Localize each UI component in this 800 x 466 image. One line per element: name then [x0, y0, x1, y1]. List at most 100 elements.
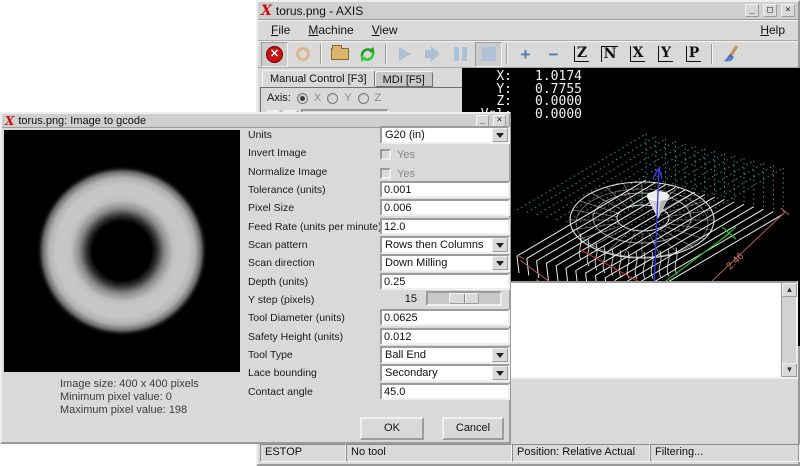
scan-pattern-label: Scan pattern: [248, 239, 379, 251]
dialog-app-icon: X: [5, 115, 14, 127]
depth-input[interactable]: [380, 273, 510, 290]
dro-vel-value: 0.0000: [512, 109, 582, 122]
invert-image-checkbox[interactable]: [380, 149, 391, 160]
axis-app-icon: X: [261, 4, 272, 18]
image-info: Image size: 400 x 400 pixels Minimum pix…: [60, 378, 199, 417]
zoom-out-button[interactable]: −: [540, 42, 567, 67]
tab-mdi[interactable]: MDI [F5]: [375, 71, 433, 87]
tool-type-select[interactable]: Ball End: [380, 346, 510, 364]
image-min-text: Minimum pixel value: 0: [60, 391, 199, 404]
estop-button[interactable]: ✕: [261, 42, 288, 67]
chevron-down-icon: [492, 256, 508, 270]
axis-label: Axis:: [267, 92, 291, 104]
maximize-button[interactable]: □: [763, 4, 777, 17]
open-file-button[interactable]: [326, 42, 353, 67]
scan-direction-label: Scan direction: [248, 257, 379, 269]
clear-plot-button[interactable]: [717, 42, 744, 67]
machine-power-button[interactable]: [289, 42, 316, 67]
view-z2-button[interactable]: N: [596, 42, 623, 67]
ok-button[interactable]: OK: [360, 417, 424, 440]
tolerance-input[interactable]: [380, 181, 510, 198]
status-tool: No tool: [346, 444, 512, 462]
image-size-text: Image size: 400 x 400 pixels: [60, 378, 199, 391]
view-y-button[interactable]: Y: [652, 42, 679, 67]
view-x-button[interactable]: X: [624, 42, 651, 67]
reload-icon: [358, 45, 377, 64]
menu-machine[interactable]: Machine: [299, 21, 362, 39]
feed-rate-input[interactable]: [380, 218, 510, 235]
clear-plot-icon: [721, 44, 741, 64]
safety-height-input[interactable]: [380, 328, 510, 345]
step-button[interactable]: [419, 42, 446, 67]
zoom-in-button[interactable]: +: [512, 42, 539, 67]
stop-button[interactable]: [475, 42, 502, 67]
axis-titlebar[interactable]: X torus.png - AXIS _ □ ×: [258, 2, 798, 20]
stop-icon: [482, 47, 496, 61]
pixel-size-input[interactable]: [380, 199, 510, 216]
safety-height-label: Safety Height (units): [248, 331, 379, 343]
invert-image-label: Invert Image: [248, 147, 379, 159]
close-button[interactable]: ×: [781, 4, 795, 17]
reload-button[interactable]: [354, 42, 381, 67]
tab-manual-control[interactable]: Manual Control [F3]: [262, 70, 375, 87]
y-step-label: Y step (pixels): [248, 294, 379, 306]
dialog-close-button[interactable]: ×: [493, 115, 506, 127]
zoom-in-icon: +: [521, 46, 531, 63]
menu-view[interactable]: View: [363, 21, 407, 39]
minimize-button[interactable]: _: [745, 4, 759, 17]
chevron-down-icon: [492, 238, 508, 252]
image-max-text: Maximum pixel value: 198: [60, 404, 199, 417]
axis-x-radio[interactable]: [297, 93, 308, 104]
open-folder-icon: [331, 48, 349, 60]
pause-icon: [454, 47, 467, 61]
normalize-image-checkbox[interactable]: [380, 168, 391, 179]
view-p-icon: P: [686, 46, 702, 62]
depth-label: Depth (units): [248, 276, 379, 288]
contact-angle-input[interactable]: [380, 383, 510, 400]
status-filtering: Filtering...: [650, 444, 800, 462]
chevron-down-icon: [492, 348, 508, 362]
axis-z-radio[interactable]: [358, 93, 369, 104]
view-z2-icon: N: [601, 46, 619, 62]
torus-image-preview: [4, 130, 240, 372]
axis-window-title: torus.png - AXIS: [276, 4, 741, 18]
run-button[interactable]: [391, 42, 418, 67]
menu-file[interactable]: File: [262, 21, 299, 39]
scan-direction-select[interactable]: Down Milling: [380, 254, 510, 272]
axis-z-label: Z: [375, 92, 382, 104]
lace-bounding-select[interactable]: Secondary: [380, 364, 510, 382]
contact-angle-label: Contact angle: [248, 386, 379, 398]
pixel-size-label: Pixel Size: [248, 202, 379, 214]
power-icon: [296, 47, 310, 61]
step-icon: [425, 46, 440, 62]
menu-help[interactable]: Help: [751, 21, 794, 39]
view-z-icon: Z: [574, 46, 589, 62]
gcode-listing[interactable]: ▲ ▼: [462, 281, 798, 379]
pause-button[interactable]: [447, 42, 474, 67]
view-z-button[interactable]: Z: [568, 42, 595, 67]
units-select[interactable]: G20 (in): [380, 126, 510, 144]
tool-diameter-input[interactable]: [380, 309, 510, 326]
slider-handle[interactable]: [449, 293, 479, 304]
dialog-minimize-button[interactable]: _: [476, 115, 489, 127]
scan-pattern-select[interactable]: Rows then Columns: [380, 236, 510, 254]
scroll-down-icon[interactable]: ▼: [782, 363, 797, 377]
tool-diameter-label: Tool Diameter (units): [248, 312, 379, 324]
axis-y-radio[interactable]: [327, 93, 338, 104]
chevron-down-icon: [492, 366, 508, 380]
normalize-image-label: Normalize Image: [248, 166, 379, 178]
y-step-slider[interactable]: [426, 291, 502, 306]
axis-y-label: Y: [344, 92, 351, 104]
view-p-button[interactable]: P: [680, 42, 707, 67]
view-y-icon: Y: [658, 46, 673, 62]
y-step-value: 15: [380, 293, 426, 305]
axis-x-label: X: [314, 92, 321, 104]
cancel-button[interactable]: Cancel: [442, 417, 504, 440]
status-position: Position: Relative Actual: [512, 444, 650, 462]
image-to-gcode-dialog: X torus.png: Image to gcode _ × Image si…: [0, 112, 511, 444]
gcode-scrollbar[interactable]: ▲ ▼: [781, 283, 796, 377]
chevron-down-icon: [492, 128, 508, 142]
tool-type-label: Tool Type: [248, 349, 379, 361]
toolbar: ✕ + − Z N X Y P: [258, 41, 798, 68]
scroll-up-icon[interactable]: ▲: [782, 283, 797, 297]
